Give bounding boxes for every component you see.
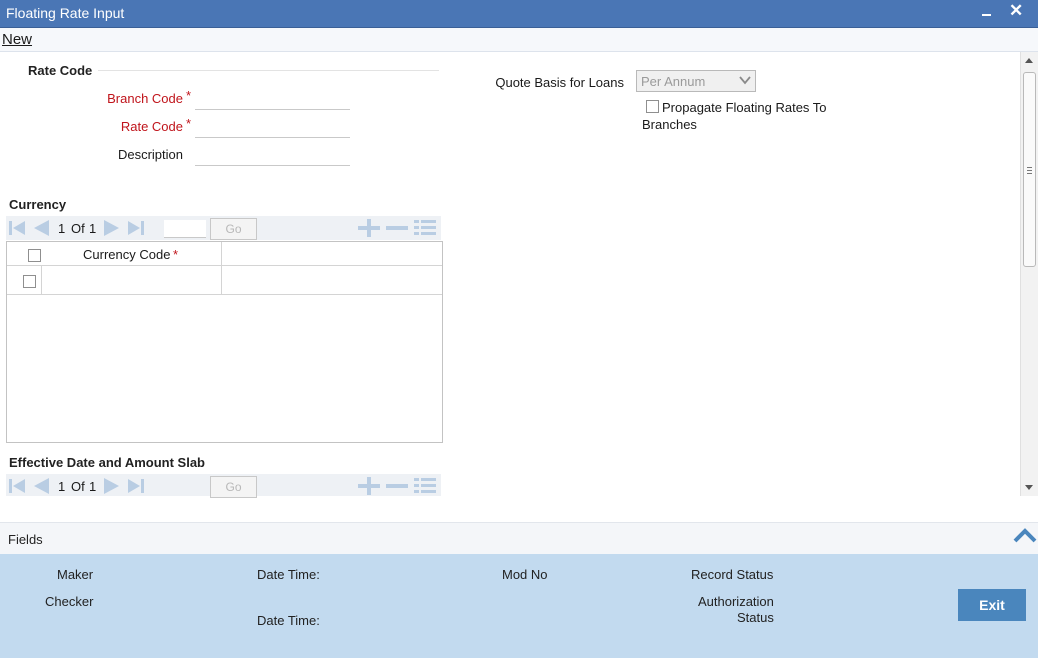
maker-date-time-label: Date Time: xyxy=(257,567,320,582)
audit-footer: Maker Checker Date Time: Date Time: Mod … xyxy=(0,554,1038,658)
currency-pagination-bar: 1 Of 1 Go xyxy=(6,216,441,240)
view-rows-icon[interactable] xyxy=(413,477,437,495)
required-mark: * xyxy=(173,247,179,262)
page-number-input[interactable] xyxy=(164,220,206,238)
authorization-status-label-line2: Status xyxy=(737,610,774,625)
delete-row-icon[interactable] xyxy=(385,219,409,237)
currency-section-title: Currency xyxy=(9,197,67,212)
propagate-label-line1: Propagate Floating Rates To xyxy=(662,100,827,115)
page-of: Of xyxy=(71,221,85,236)
quote-basis-select[interactable]: Per Annum xyxy=(636,70,756,92)
row-checkbox[interactable] xyxy=(23,275,36,288)
scrollbar-thumb[interactable] xyxy=(1023,72,1036,267)
prev-page-icon[interactable] xyxy=(32,219,50,237)
last-page-icon[interactable] xyxy=(127,477,145,495)
add-row-icon[interactable] xyxy=(357,219,381,237)
vertical-scrollbar[interactable] xyxy=(1020,52,1038,496)
page-of: Of xyxy=(71,479,85,494)
exit-button[interactable]: Exit xyxy=(958,589,1026,621)
propagate-label-line2: Branches xyxy=(642,117,697,132)
main-content: Rate Code Branch Code * Rate Code * Desc… xyxy=(0,52,1020,498)
fields-label[interactable]: Fields xyxy=(8,532,43,547)
rate-code-section-title: Rate Code xyxy=(28,63,93,78)
menu-bar: New xyxy=(0,28,1038,52)
window-titlebar: Floating Rate Input ✕ xyxy=(0,0,1038,28)
required-mark: * xyxy=(186,88,192,103)
grip-icon xyxy=(1027,167,1032,174)
chevron-up-icon[interactable] xyxy=(1013,525,1037,547)
column-divider xyxy=(221,242,222,295)
scroll-up-icon[interactable] xyxy=(1025,58,1033,63)
dropdown-caret-icon xyxy=(739,76,751,85)
section-divider xyxy=(98,70,439,71)
table-row xyxy=(7,266,442,295)
last-page-icon[interactable] xyxy=(127,219,145,237)
checker-label: Checker xyxy=(45,594,94,609)
mod-no-label: Mod No xyxy=(502,567,548,582)
quote-basis-value: Per Annum xyxy=(641,74,706,89)
page-total: 1 xyxy=(89,221,97,236)
view-rows-icon[interactable] xyxy=(413,219,437,237)
branch-code-field[interactable] xyxy=(195,88,350,110)
checker-date-time-label: Date Time: xyxy=(257,613,320,628)
currency-grid-header: Currency Code * xyxy=(7,242,442,266)
window-title: Floating Rate Input xyxy=(6,5,125,21)
currency-grid: Currency Code * xyxy=(6,241,443,443)
close-icon[interactable]: ✕ xyxy=(1009,1,1023,21)
effective-date-section-title: Effective Date and Amount Slab xyxy=(9,455,205,470)
maker-label: Maker xyxy=(57,567,94,582)
next-page-icon[interactable] xyxy=(103,477,121,495)
authorization-status-label-line1: Authorization xyxy=(698,594,774,609)
fields-bar: Fields xyxy=(0,522,1038,554)
rate-code-label: Rate Code xyxy=(120,119,183,134)
delete-row-icon[interactable] xyxy=(385,477,409,495)
first-page-icon[interactable] xyxy=(8,477,26,495)
description-label: Description xyxy=(117,147,183,162)
required-mark: * xyxy=(186,116,192,131)
column-divider xyxy=(41,266,42,295)
page-current: 1 xyxy=(58,479,66,494)
currency-code-cell[interactable] xyxy=(43,266,221,294)
record-status-label: Record Status xyxy=(691,567,774,582)
go-button[interactable]: Go xyxy=(210,476,257,498)
page-current: 1 xyxy=(58,221,66,236)
rate-code-field[interactable] xyxy=(195,116,350,138)
scroll-down-icon[interactable] xyxy=(1025,485,1033,490)
next-page-icon[interactable] xyxy=(103,219,121,237)
add-row-icon[interactable] xyxy=(357,477,381,495)
description-field[interactable] xyxy=(195,144,350,166)
new-menu-item[interactable]: New xyxy=(2,31,32,48)
first-page-icon[interactable] xyxy=(8,219,26,237)
select-all-checkbox[interactable] xyxy=(28,249,41,262)
minimize-icon[interactable] xyxy=(978,3,994,23)
propagate-checkbox[interactable] xyxy=(646,100,659,113)
branch-code-label: Branch Code xyxy=(107,91,183,106)
page-total: 1 xyxy=(89,479,97,494)
column-header-currency-code[interactable]: Currency Code xyxy=(83,247,170,262)
effective-date-pagination-bar: 1 Of 1 Go xyxy=(6,474,441,498)
prev-page-icon[interactable] xyxy=(32,477,50,495)
quote-basis-label: Quote Basis for Loans xyxy=(495,75,624,90)
go-button[interactable]: Go xyxy=(210,218,257,240)
